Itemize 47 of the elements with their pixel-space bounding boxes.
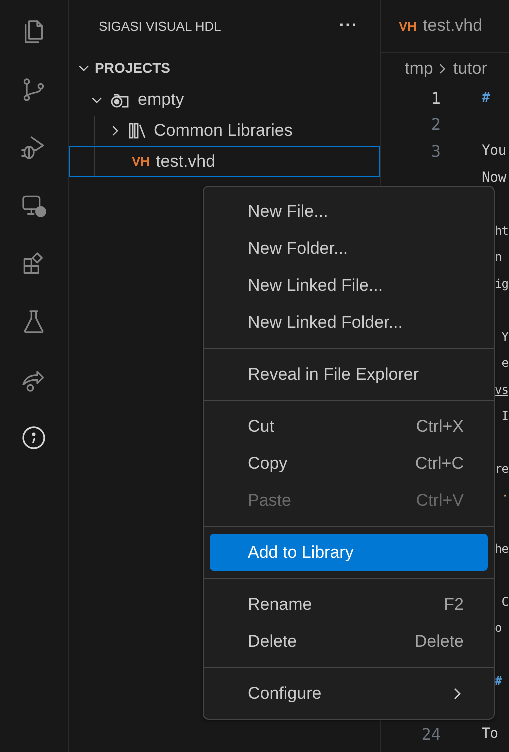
code-text: I [500, 409, 508, 424]
menu-item[interactable]: Reveal in File Explorer [210, 356, 488, 393]
code-text: re [495, 462, 508, 476]
menu-item[interactable]: New File... [210, 193, 488, 230]
menu-item[interactable]: Copy Ctrl+C [210, 445, 488, 482]
more-actions-button[interactable]: ··· [339, 18, 358, 34]
code-text: vs [495, 382, 508, 397]
semicolon-circle-icon[interactable] [20, 424, 48, 452]
line-number: 24 [420, 724, 441, 744]
code-text: To [482, 726, 498, 742]
menu-item[interactable]: New Linked File... [210, 267, 488, 304]
code-text: You [482, 143, 506, 160]
code-text: o [495, 621, 502, 636]
file-type-label: VH [132, 154, 150, 169]
breadcrumb-item[interactable]: tutor [453, 59, 488, 79]
code-text: Now [482, 170, 506, 186]
tree-item[interactable]: empty [69, 84, 380, 115]
code-text: e [500, 356, 508, 370]
tree-item[interactable]: Common Libraries [69, 115, 380, 146]
menu-item[interactable]: New Folder... [210, 230, 488, 267]
code-text: # [495, 674, 502, 688]
line-number: 1 [430, 88, 441, 108]
sidebar-title: SIGASI VISUAL HDL [99, 18, 222, 34]
indent-guide [94, 147, 95, 176]
menu-item[interactable]: Rename F2 [210, 586, 488, 623]
file-type-label: VH [399, 18, 418, 34]
menu-item[interactable]: Delete Delete [210, 623, 488, 660]
breadcrumb-item[interactable]: tmp [405, 59, 434, 79]
indent-guide [94, 116, 95, 145]
code-text: he [495, 542, 508, 556]
menu-item[interactable]: Cut Ctrl+X [210, 408, 488, 445]
menu-item[interactable]: New Linked Folder... [210, 304, 488, 341]
line-number: 3 [430, 142, 441, 161]
section-title[interactable]: PROJECTS [95, 60, 170, 76]
code-text: · [500, 488, 508, 503]
code-text: ig [495, 276, 508, 291]
code-text: Y [500, 330, 508, 344]
menu-item[interactable]: Add to Library [210, 534, 488, 571]
editor-tab[interactable]: test.vhd [423, 16, 483, 36]
menu-item[interactable]: Configure [210, 675, 488, 712]
code-text: n [495, 250, 502, 264]
code-text: ht [495, 224, 508, 238]
code-text: C [500, 594, 508, 609]
tree-item[interactable]: VH test.vhd [69, 146, 380, 177]
line-number: 2 [430, 115, 441, 134]
code-text: # [482, 90, 490, 106]
library-icon [128, 122, 148, 140]
